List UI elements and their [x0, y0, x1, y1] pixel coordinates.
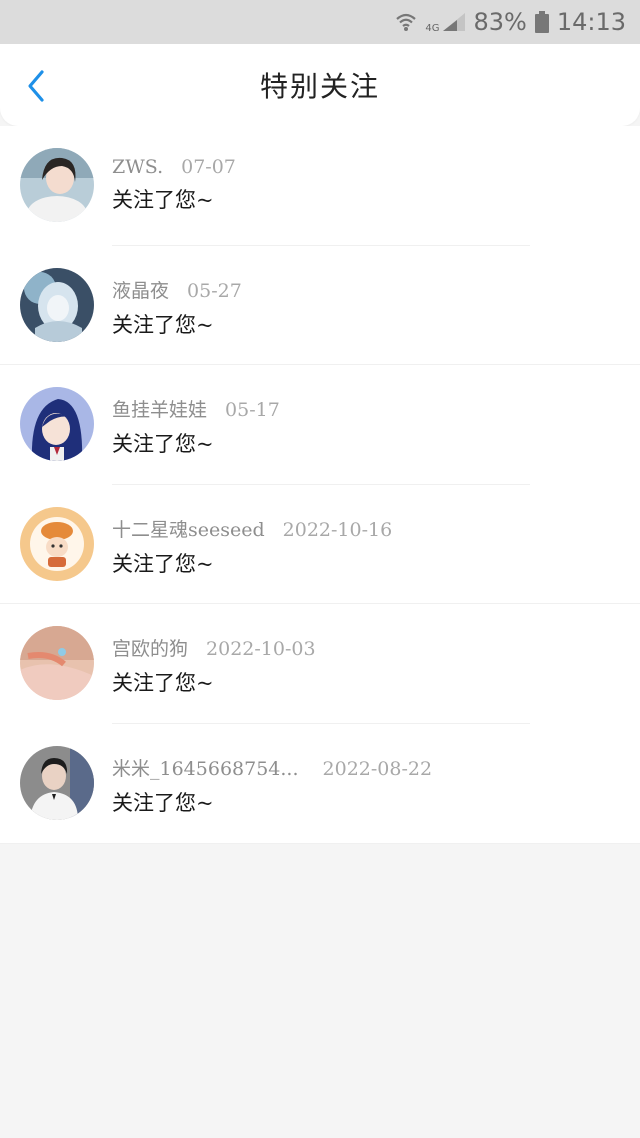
user-name[interactable]: ZWS.: [112, 156, 163, 178]
back-button[interactable]: [18, 68, 54, 104]
list-item[interactable]: 鱼挂羊娃娃 05-17 关注了您~: [0, 365, 640, 485]
wifi-icon: [396, 13, 417, 31]
avatar[interactable]: [20, 267, 94, 342]
avatar[interactable]: [20, 745, 94, 820]
nav-header: 特别关注: [0, 44, 640, 126]
list-item-text: 十二星魂seeseed 2022-10-16 关注了您~: [112, 515, 392, 578]
avatar[interactable]: [20, 387, 94, 462]
status-bar: 4G 83% 14:13: [0, 0, 640, 44]
follow-message: 关注了您~: [112, 790, 214, 815]
list-item-text: 鱼挂羊娃娃 05-17 关注了您~: [112, 395, 280, 458]
avatar[interactable]: [20, 148, 94, 222]
list-item[interactable]: 宫欧的狗 2022-10-03 关注了您~: [0, 604, 640, 724]
user-name[interactable]: 米米_1645668754...: [112, 754, 299, 781]
follow-message: 关注了您~: [112, 432, 214, 457]
avatar[interactable]: [20, 506, 94, 581]
follow-date: 2022-10-03: [206, 638, 316, 661]
user-name[interactable]: 宫欧的狗: [112, 634, 188, 661]
list-item[interactable]: 液晶夜 05-27 关注了您~: [0, 246, 640, 366]
follow-message: 关注了您~: [112, 551, 214, 576]
follow-date: 05-27: [187, 279, 242, 302]
list-item[interactable]: 米米_1645668754... 2022-08-22 关注了您~: [0, 724, 640, 844]
battery-icon: [534, 11, 549, 33]
user-name[interactable]: 鱼挂羊娃娃: [112, 395, 207, 422]
list-item-text: 宫欧的狗 2022-10-03 关注了您~: [112, 634, 316, 697]
follow-date: 2022-08-22: [322, 757, 433, 780]
follow-message: 关注了您~: [112, 671, 214, 696]
user-name[interactable]: 液晶夜: [112, 276, 169, 303]
follow-date: 2022-10-16: [282, 518, 393, 541]
list-item[interactable]: 十二星魂seeseed 2022-10-16 关注了您~: [0, 485, 640, 605]
page-title: 特别关注: [259, 70, 380, 103]
network-type: 4G: [425, 23, 440, 34]
follow-message: 关注了您~: [112, 188, 214, 212]
follow-date: 07-07: [181, 156, 236, 178]
clock-time: 14:13: [556, 8, 626, 36]
signal-icon: [443, 13, 466, 31]
follow-date: 05-17: [225, 399, 280, 422]
avatar[interactable]: [20, 626, 94, 701]
chevron-left-icon: [28, 70, 44, 102]
list-item-text: 米米_1645668754... 2022-08-22 关注了您~: [112, 754, 432, 817]
battery-percent: 83%: [473, 8, 527, 36]
list-item[interactable]: ZWS. 07-07 关注了您~: [0, 126, 640, 246]
user-name[interactable]: 十二星魂seeseed: [112, 515, 265, 542]
follow-message: 关注了您~: [112, 312, 214, 337]
list-item-text: ZWS. 07-07 关注了您~: [112, 156, 236, 214]
follower-list: ZWS. 07-07 关注了您~ 液晶夜 05-27 关注了您~ 鱼挂羊娃娃 0…: [0, 126, 640, 844]
list-item-text: 液晶夜 05-27 关注了您~: [112, 276, 242, 339]
